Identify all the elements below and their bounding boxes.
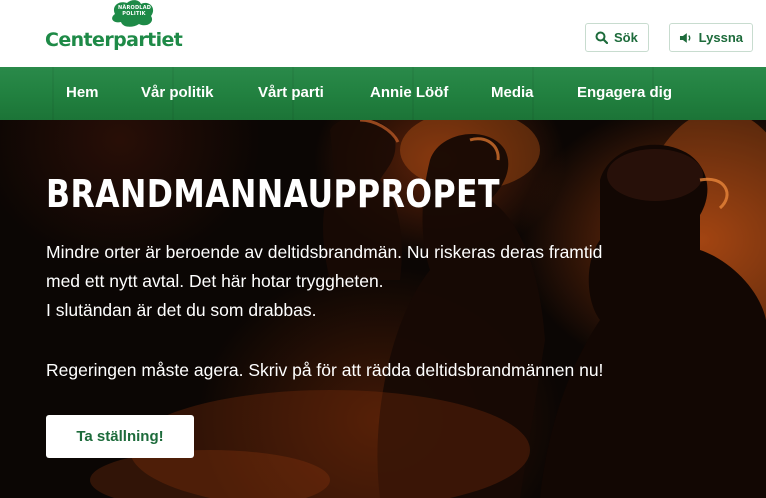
- hero-banner: BRANDMANNAUPPROPET Mindre orter är beroe…: [0, 120, 766, 498]
- nav-item-vart-parti[interactable]: Vårt parti: [258, 84, 324, 101]
- nav-item-media[interactable]: Media: [491, 84, 534, 101]
- centerpartiet-logo[interactable]: NÄRODLAD POLITIK Centerpartiet: [45, 0, 185, 60]
- listen-button[interactable]: Lyssna: [669, 23, 753, 52]
- nav-item-hem[interactable]: Hem: [66, 84, 99, 101]
- search-button-label: Sök: [614, 30, 638, 45]
- site-header: NÄRODLAD POLITIK Centerpartiet Sök Lyssn…: [0, 0, 766, 67]
- listen-button-label: Lyssna: [698, 30, 743, 45]
- hero-text-line-1: Mindre orter är beroende av deltidsbrand…: [46, 242, 603, 262]
- nav-item-var-politik[interactable]: Vår politik: [141, 84, 214, 101]
- hero-text-line-2: med ett nytt avtal. Det här hotar tryggh…: [46, 271, 384, 291]
- hero-text-line-4: Regeringen måste agera. Skriv på för att…: [46, 360, 604, 380]
- speaker-icon: [679, 32, 691, 43]
- search-icon: [595, 31, 608, 44]
- logo-tagline: NÄRODLAD POLITIK: [118, 5, 152, 17]
- search-button[interactable]: Sök: [585, 23, 649, 52]
- hero-text-line-3: I slutändan är det du som drabbas.: [46, 300, 317, 320]
- main-navigation: Hem Vår politik Vårt parti Annie Lööf Me…: [0, 67, 766, 120]
- hero-title: BRANDMANNAUPPROPET: [46, 172, 500, 216]
- take-stand-button[interactable]: Ta ställning!: [46, 415, 194, 458]
- logo-wordmark: Centerpartiet: [45, 29, 183, 51]
- nav-item-annie-loof[interactable]: Annie Lööf: [370, 84, 448, 101]
- nav-item-engagera-dig[interactable]: Engagera dig: [577, 84, 672, 101]
